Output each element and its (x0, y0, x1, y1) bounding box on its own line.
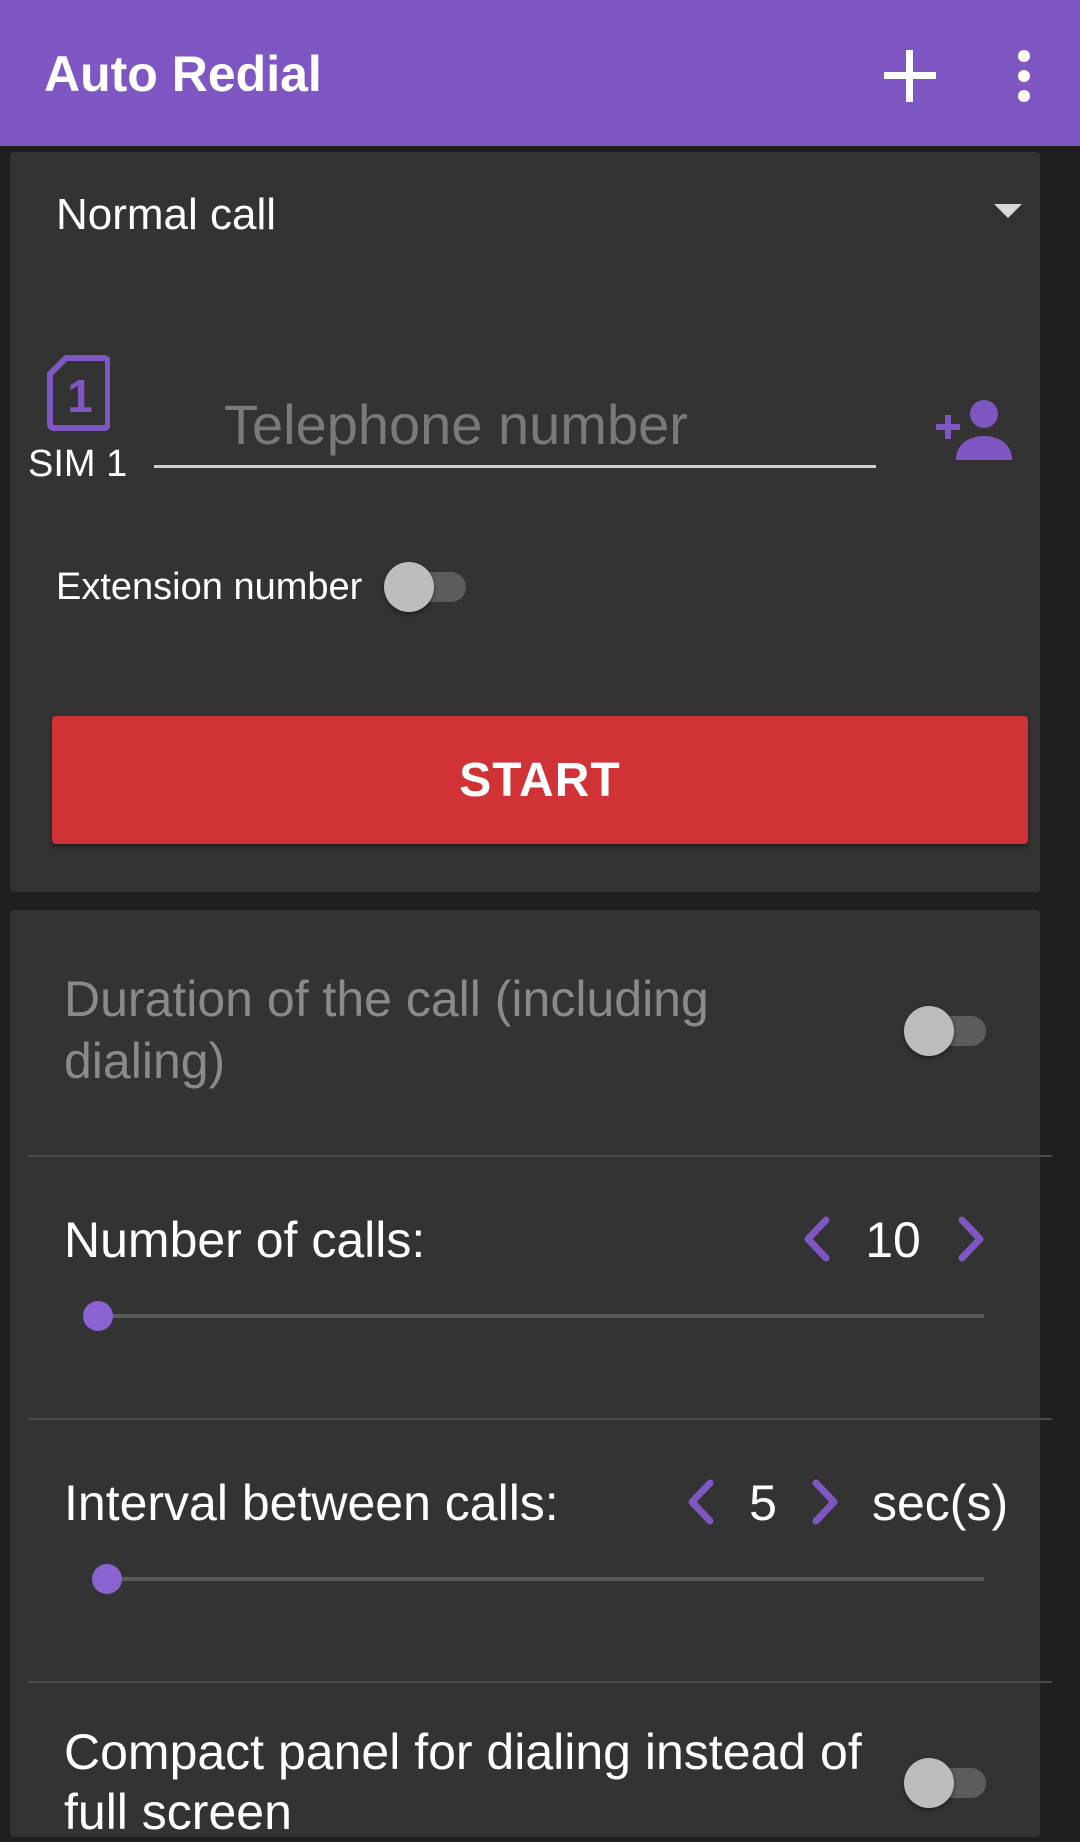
number-of-calls-label: Number of calls: (64, 1212, 426, 1268)
chevron-right-icon[interactable] (954, 1214, 988, 1264)
svg-text:1: 1 (67, 370, 93, 422)
number-of-calls-slider-track[interactable] (98, 1314, 984, 1318)
number-of-calls-slider-thumb[interactable] (83, 1301, 113, 1331)
app-title: Auto Redial (44, 46, 322, 102)
person-add-icon[interactable] (932, 398, 1016, 462)
chevron-down-icon[interactable] (994, 204, 1022, 218)
call-type-dropdown[interactable]: Normal call (56, 190, 276, 240)
extension-number-label: Extension number (56, 566, 363, 608)
divider (28, 1681, 1052, 1683)
switch-thumb (384, 562, 434, 612)
chevron-left-icon[interactable] (800, 1214, 834, 1264)
interval-slider-thumb[interactable] (91, 1564, 122, 1594)
switch-thumb (904, 1006, 954, 1056)
plus-icon[interactable] (880, 46, 940, 106)
sim-label: SIM 1 (28, 443, 128, 485)
interval-value: 5 (749, 1475, 777, 1531)
interval-unit: sec(s) (872, 1475, 1009, 1531)
switch-thumb (904, 1758, 954, 1808)
interval-slider-track[interactable] (98, 1577, 984, 1581)
chevron-right-icon[interactable] (808, 1477, 842, 1527)
divider (28, 1418, 1052, 1420)
number-of-calls-value: 10 (865, 1212, 921, 1268)
sim-card-1-icon[interactable]: 1 (46, 354, 110, 432)
interval-label: Interval between calls: (64, 1475, 559, 1531)
app-bar: Auto Redial (0, 0, 1080, 146)
compact-panel-label: Compact panel for dialing instead of ful… (64, 1724, 862, 1840)
start-button[interactable]: START (52, 716, 1028, 844)
compact-panel-switch[interactable] (904, 1756, 990, 1808)
call-duration-switch[interactable] (904, 1004, 990, 1056)
more-vertical-icon[interactable] (1006, 46, 1042, 106)
extension-number-switch[interactable] (384, 560, 470, 612)
phone-number-input[interactable] (154, 384, 876, 468)
call-duration-label: Duration of the call (including dialing) (64, 971, 709, 1089)
chevron-left-icon[interactable] (684, 1477, 718, 1527)
divider (28, 1155, 1052, 1157)
